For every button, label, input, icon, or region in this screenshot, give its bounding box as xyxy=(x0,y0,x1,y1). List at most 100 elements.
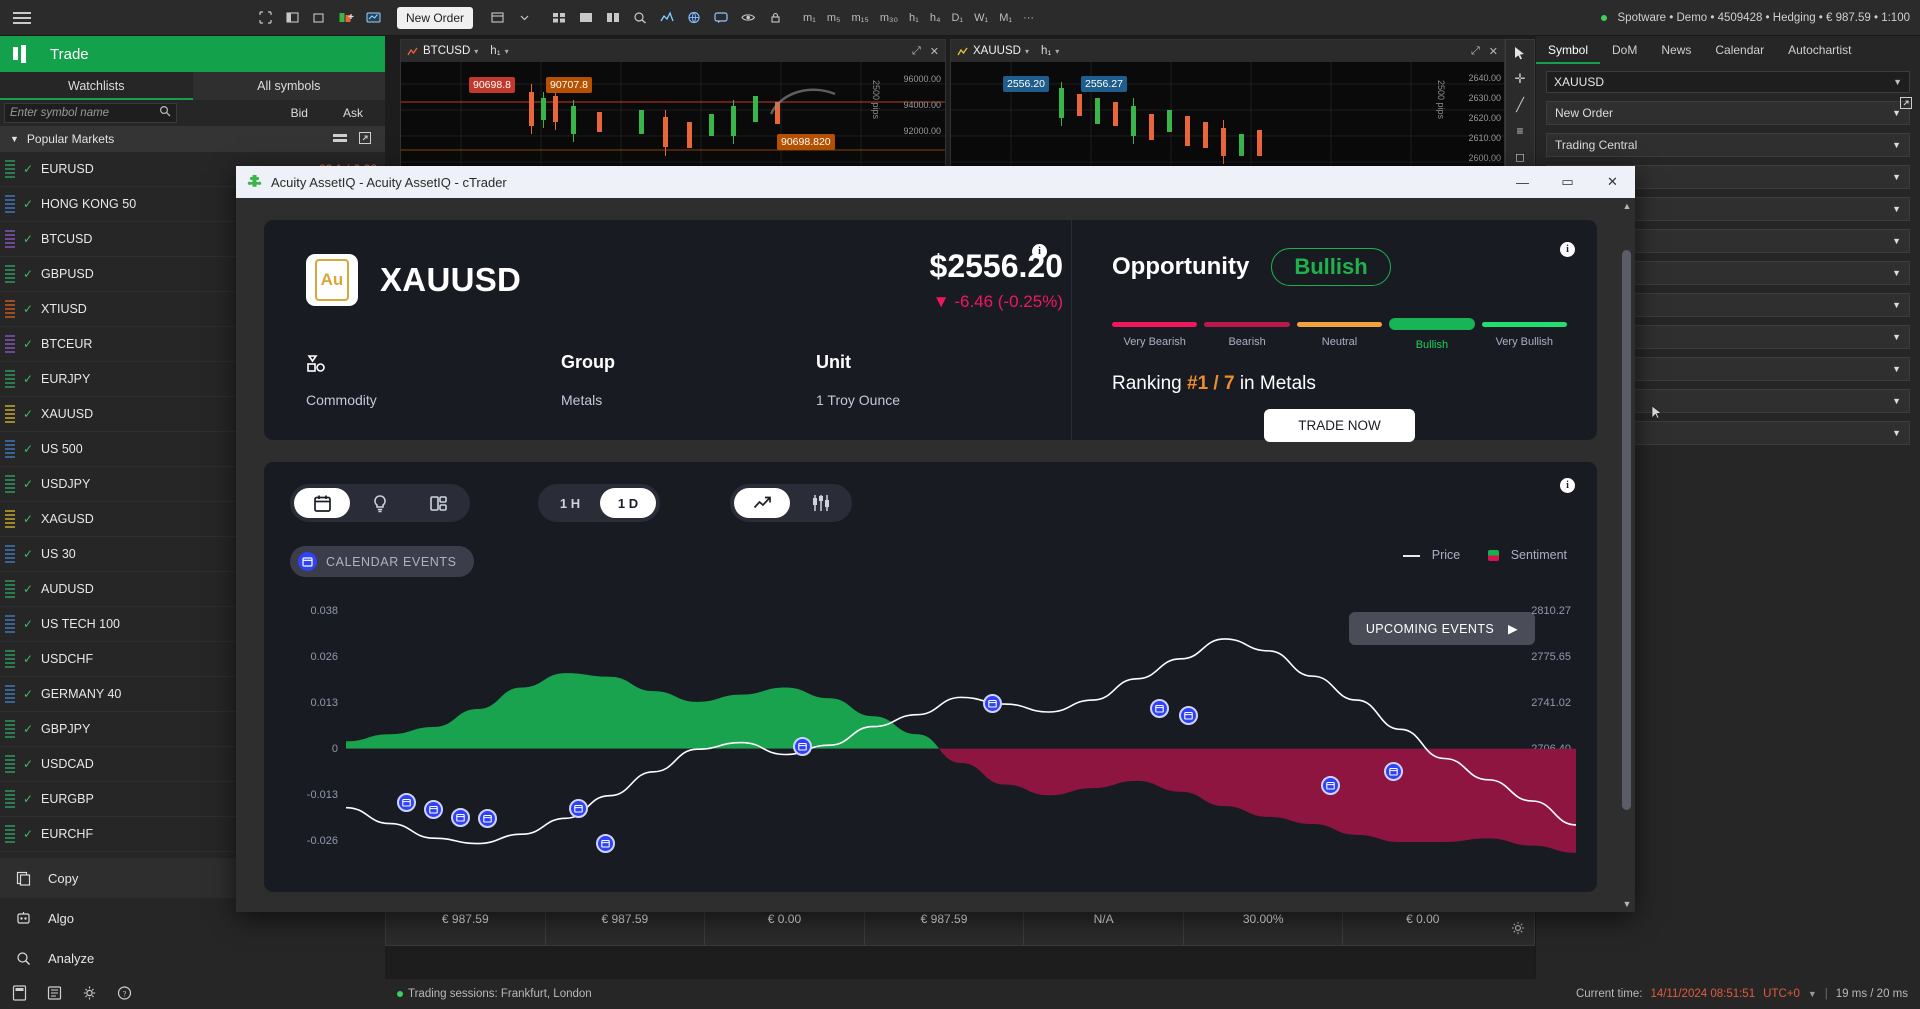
symbol-checkmark-icon[interactable]: ✓ xyxy=(15,162,41,176)
chevron-down-icon[interactable]: ▼ xyxy=(1892,236,1901,246)
maximize-chart-icon[interactable]: ⤢ xyxy=(1471,45,1480,58)
timeframe-m15[interactable]: m₁₅ xyxy=(852,12,869,24)
tab-calendar[interactable]: Calendar xyxy=(1703,36,1776,64)
chevron-down-icon[interactable]: ▼ xyxy=(1892,172,1901,182)
calendar-event-marker[interactable] xyxy=(424,800,443,819)
symbol-checkmark-icon[interactable]: ✓ xyxy=(15,547,41,561)
chevron-down-icon[interactable]: ▼ xyxy=(1892,364,1901,374)
chevron-down-icon[interactable]: ▼ xyxy=(1892,332,1901,342)
tab-calendar-view[interactable] xyxy=(294,488,350,518)
symbol-checkmark-icon[interactable]: ✓ xyxy=(15,232,41,246)
chevron-down-icon[interactable]: ▼ xyxy=(1893,77,1902,87)
menu-icon[interactable] xyxy=(0,0,44,36)
new-order-button[interactable]: New Order xyxy=(397,7,473,29)
chart-type-candlestick[interactable] xyxy=(792,488,848,518)
maximize-button[interactable]: ▭ xyxy=(1545,166,1590,198)
chevron-down-icon[interactable] xyxy=(513,7,535,29)
right-panel-row[interactable]: New Order▼ xyxy=(1546,101,1910,125)
timeframe-h1[interactable]: h₁ xyxy=(909,12,919,24)
calendar-event-marker[interactable] xyxy=(451,808,470,827)
calculator-icon[interactable] xyxy=(12,985,27,1006)
tab-watchlists[interactable]: Watchlists xyxy=(0,72,193,100)
timeframe-m5[interactable]: m₅ xyxy=(827,12,841,24)
timeframe-m1[interactable]: m₁ xyxy=(803,12,816,24)
symbol-checkmark-icon[interactable]: ✓ xyxy=(15,267,41,281)
chart-type-line[interactable] xyxy=(734,488,790,518)
menu-item-analyze[interactable]: Analyze xyxy=(0,938,385,978)
detach-icon[interactable] xyxy=(308,7,330,29)
history-icon[interactable] xyxy=(47,985,62,1006)
info-icon[interactable]: i xyxy=(1560,478,1575,493)
fibonacci-tool-icon[interactable]: ≡ xyxy=(1506,118,1534,144)
tab-research-view[interactable] xyxy=(410,488,466,518)
scroll-up-arrow-icon[interactable]: ▲ xyxy=(1619,198,1635,214)
eye-icon[interactable] xyxy=(737,7,759,29)
chart-window-btcusd[interactable]: BTCUSD ▾ h₁ ▾ ⤢ ✕ xyxy=(400,39,946,171)
info-icon[interactable]: i xyxy=(1560,242,1575,257)
globe-icon[interactable] xyxy=(683,7,705,29)
dialog-scrollbar-thumb[interactable] xyxy=(1622,250,1631,810)
scroll-down-arrow-icon[interactable]: ▼ xyxy=(1619,896,1635,912)
chat-icon[interactable] xyxy=(710,7,732,29)
help-icon[interactable]: ? xyxy=(117,985,132,1006)
symbol-checkmark-icon[interactable]: ✓ xyxy=(15,407,41,421)
calendar-event-marker[interactable] xyxy=(983,694,1002,713)
chart-window-xauusd[interactable]: XAUUSD ▾ h₁ ▾ ⤢ ✕ xyxy=(950,39,1505,171)
watchlist-group-header[interactable]: ▼ Popular Markets xyxy=(0,126,385,152)
symbol-checkmark-icon[interactable]: ✓ xyxy=(15,302,41,316)
symbol-checkmark-icon[interactable]: ✓ xyxy=(15,722,41,736)
calendar-event-marker[interactable] xyxy=(569,799,588,818)
account-status[interactable]: Spotware • Demo • 4509428 • Hedging • € … xyxy=(1601,0,1911,36)
symbol-checkmark-icon[interactable]: ✓ xyxy=(15,827,41,841)
expand-icon[interactable] xyxy=(1900,96,1912,114)
close-chart-icon[interactable]: ✕ xyxy=(930,45,939,58)
symbol-checkmark-icon[interactable]: ✓ xyxy=(15,372,41,386)
search-input[interactable]: Enter symbol name xyxy=(4,103,177,123)
timeframe-d1[interactable]: D₁ xyxy=(951,12,963,24)
timeframe-m30[interactable]: m₃₀ xyxy=(880,12,898,24)
symbol-checkmark-icon[interactable]: ✓ xyxy=(15,792,41,806)
chevron-down-icon[interactable]: ▼ xyxy=(1808,989,1817,999)
symbol-checkmark-icon[interactable]: ✓ xyxy=(15,757,41,771)
close-chart-icon[interactable]: ✕ xyxy=(1489,45,1498,58)
utc-offset[interactable]: UTC+0 xyxy=(1763,988,1800,1000)
search-icon[interactable] xyxy=(159,104,171,122)
period-1d[interactable]: 1 D xyxy=(600,488,656,518)
chevron-down-icon[interactable]: ▼ xyxy=(1892,300,1901,310)
symbol-selector[interactable]: XAUUSD ▼ xyxy=(1546,71,1910,93)
close-button[interactable]: ✕ xyxy=(1590,166,1635,198)
symbol-checkmark-icon[interactable]: ✓ xyxy=(15,477,41,491)
maximize-chart-icon[interactable]: ⤢ xyxy=(912,45,921,58)
acuity-assetiq-dialog[interactable]: Acuity AssetIQ - Acuity AssetIQ - cTrade… xyxy=(236,166,1635,912)
tab-autochartist[interactable]: Autochartist xyxy=(1776,36,1863,64)
crosshair-tool-icon[interactable]: ✛ xyxy=(1506,66,1534,92)
calendar-events-filter-badge[interactable]: CALENDAR EVENTS xyxy=(290,546,474,577)
add-chart-icon[interactable] xyxy=(335,7,357,29)
template-icon[interactable] xyxy=(281,7,303,29)
dialog-title-bar[interactable]: Acuity AssetIQ - Acuity AssetIQ - cTrade… xyxy=(236,166,1635,198)
sentiment-price-plot[interactable]: 0.0380.0260.0130-0.013-0.026 2810.272775… xyxy=(290,602,1571,892)
dialog-scrollbar[interactable]: ▲ ▼ xyxy=(1619,198,1635,912)
tab-insights-view[interactable] xyxy=(352,488,408,518)
tab-news[interactable]: News xyxy=(1649,36,1703,64)
calendar-event-marker[interactable] xyxy=(596,834,615,853)
chevron-down-icon[interactable]: ▼ xyxy=(1892,428,1901,438)
calendar-event-marker[interactable] xyxy=(1384,762,1403,781)
list-view-icon[interactable] xyxy=(333,132,347,147)
chevron-down-icon[interactable]: ▼ xyxy=(1892,140,1901,150)
timeframe-mn1[interactable]: M₁ xyxy=(999,12,1012,24)
chevron-down-icon[interactable]: ▼ xyxy=(10,134,19,144)
chevron-down-icon[interactable]: ▼ xyxy=(1892,396,1901,406)
indicator-icon[interactable] xyxy=(656,7,678,29)
chevron-down-icon[interactable]: ▼ xyxy=(1892,268,1901,278)
tab-symbol[interactable]: Symbol xyxy=(1536,36,1600,64)
order-list-icon[interactable] xyxy=(486,7,508,29)
columns-layout-icon[interactable] xyxy=(602,7,624,29)
split-layout-icon[interactable] xyxy=(575,7,597,29)
minimize-button[interactable]: — xyxy=(1500,166,1545,198)
trade-now-button[interactable]: TRADE NOW xyxy=(1264,409,1415,442)
trendline-tool-icon[interactable]: ╱ xyxy=(1506,92,1534,118)
calendar-event-marker[interactable] xyxy=(1179,706,1198,725)
symbol-checkmark-icon[interactable]: ✓ xyxy=(15,442,41,456)
symbol-checkmark-icon[interactable]: ✓ xyxy=(15,652,41,666)
